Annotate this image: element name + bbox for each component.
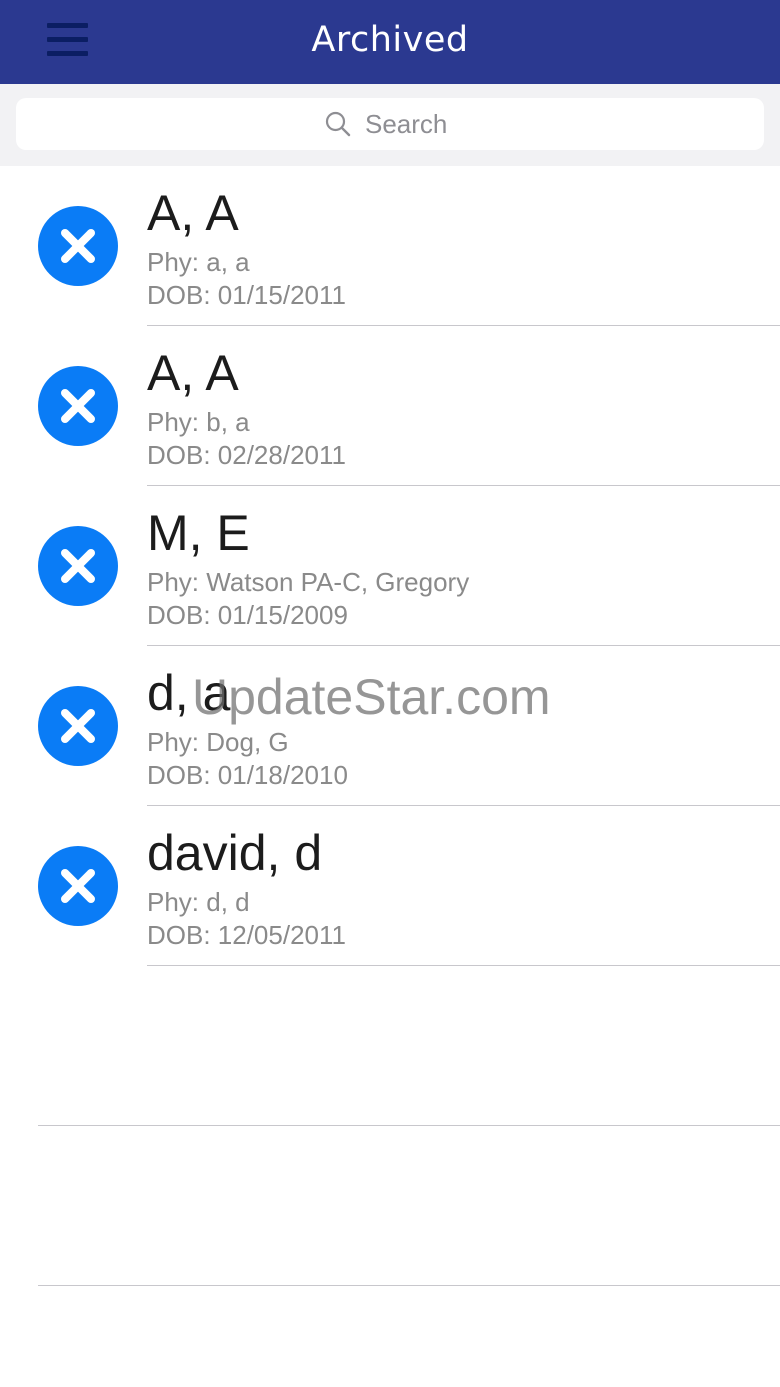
- remove-button[interactable]: [38, 206, 118, 286]
- patient-dob: DOB: 02/28/2011: [147, 440, 346, 470]
- remove-circle-icon: [61, 549, 95, 583]
- list-item[interactable]: david, d Phy: d, d DOB: 12/05/2011: [0, 806, 780, 966]
- list-item[interactable]: A, A Phy: a, a DOB: 01/15/2011: [0, 166, 780, 326]
- remove-button[interactable]: [38, 526, 118, 606]
- patient-name: A, A: [147, 345, 239, 401]
- patient-name: david, d: [147, 825, 323, 881]
- remove-circle-icon: [61, 709, 95, 743]
- patient-physician: Phy: a, a: [147, 247, 250, 277]
- list-item[interactable]: A, A Phy: b, a DOB: 02/28/2011: [0, 326, 780, 486]
- row-separator: [147, 965, 780, 966]
- remove-circle-icon: [61, 389, 95, 423]
- patient-physician: Phy: Dog, G: [147, 727, 289, 757]
- empty-row-separator: [38, 1125, 780, 1126]
- search-input[interactable]: [365, 108, 455, 140]
- patient-dob: DOB: 01/18/2010: [147, 760, 348, 790]
- archived-screen: Archived A, A Phy: a, a DOB: 01/15/2011: [0, 0, 780, 1387]
- patient-name: M, E: [147, 505, 250, 561]
- search-field[interactable]: [16, 98, 764, 150]
- page-title: Archived: [311, 20, 469, 60]
- search-bar: [0, 84, 780, 166]
- navigation-bar: Archived: [0, 0, 780, 84]
- patient-physician: Phy: Watson PA-C, Gregory: [147, 567, 470, 597]
- remove-button[interactable]: [38, 686, 118, 766]
- patient-dob: DOB: 01/15/2009: [147, 600, 348, 630]
- list-item[interactable]: M, E Phy: Watson PA-C, Gregory DOB: 01/1…: [0, 486, 780, 646]
- remove-circle-icon: [61, 869, 95, 903]
- remove-button[interactable]: [38, 846, 118, 926]
- patient-dob: DOB: 12/05/2011: [147, 920, 346, 950]
- patient-physician: Phy: b, a: [147, 407, 250, 437]
- empty-row-separator: [38, 1285, 780, 1286]
- patient-name: A, A: [147, 185, 239, 241]
- remove-button[interactable]: [38, 366, 118, 446]
- patient-name: d, a: [147, 665, 231, 721]
- patient-physician: Phy: d, d: [147, 887, 250, 917]
- patient-dob: DOB: 01/15/2011: [147, 280, 346, 310]
- search-icon: [325, 111, 351, 137]
- remove-circle-icon: [61, 229, 95, 263]
- list-item[interactable]: d, a Phy: Dog, G DOB: 01/18/2010: [0, 646, 780, 806]
